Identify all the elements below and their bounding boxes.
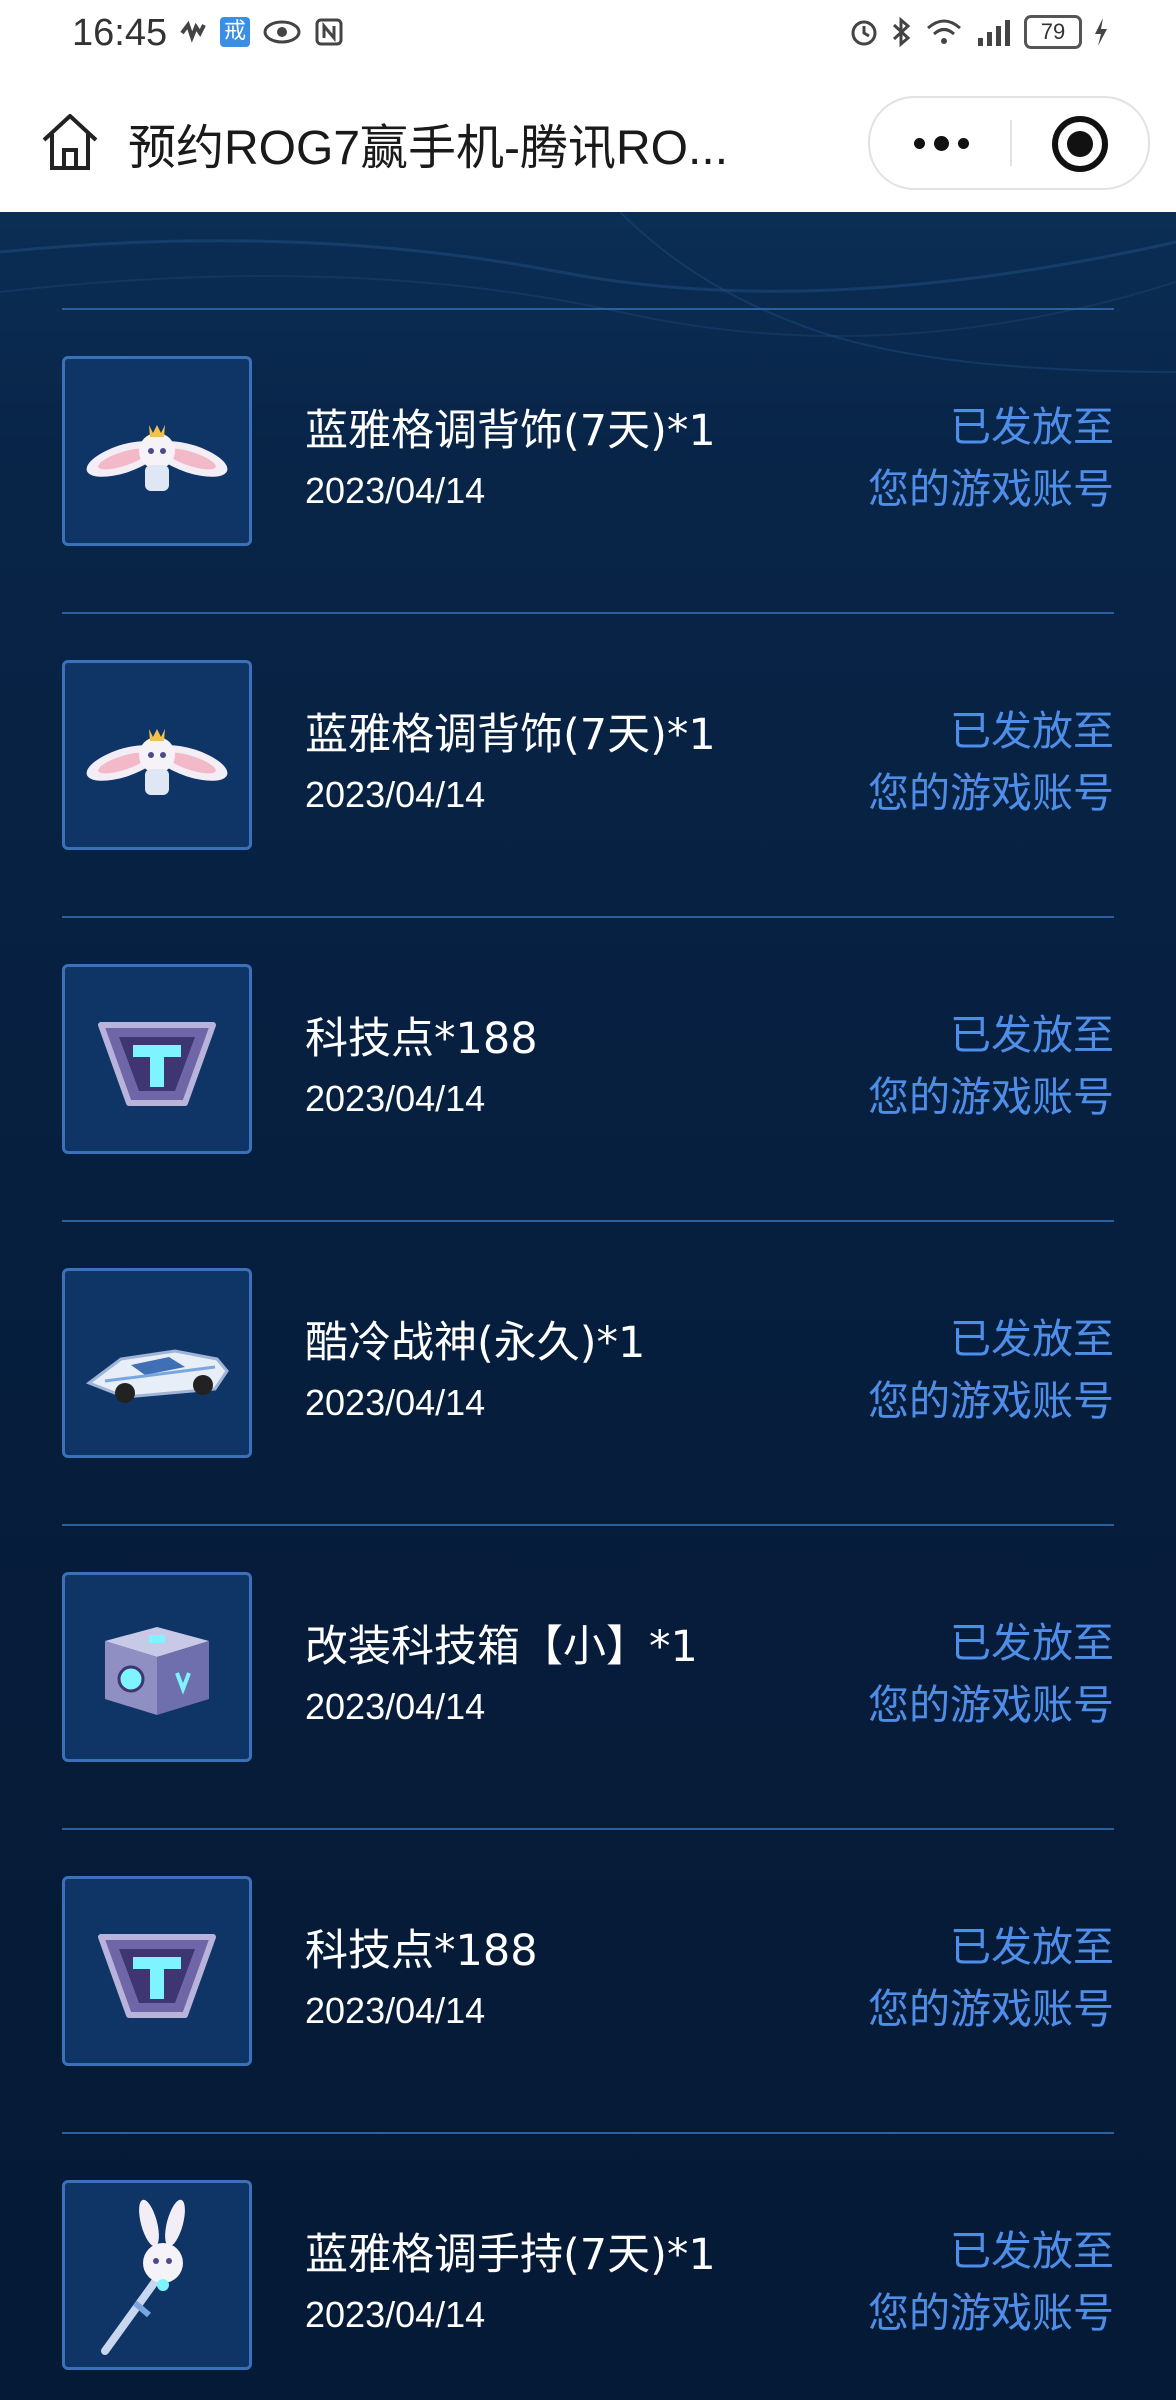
item-name: 科技点*188 — [305, 1926, 538, 1976]
item-date: 2023/04/14 — [305, 1382, 486, 1423]
race-car-icon — [62, 1268, 252, 1458]
eye-icon — [263, 20, 301, 44]
status-line-2: 您的游戏账号 — [868, 2289, 1114, 2337]
item-name: 酷冷战神(永久)*1 — [305, 1318, 646, 1368]
delivery-status: 已发放至 您的游戏账号 — [868, 1308, 1114, 1432]
battery-indicator: 79 — [1024, 15, 1082, 49]
signal-icon — [978, 20, 1010, 46]
list-item: 蓝雅格调背饰(7天)*1 2023/04/14 已发放至 您的游戏账号 — [62, 310, 1114, 612]
status-line-2: 您的游戏账号 — [868, 769, 1114, 817]
delivery-status: 已发放至 您的游戏账号 — [868, 1004, 1114, 1128]
item-name: 改装科技箱【小】*1 — [305, 1622, 698, 1672]
status-line-1: 已发放至 — [950, 403, 1114, 451]
delivery-status: 已发放至 您的游戏账号 — [868, 1612, 1114, 1736]
alarm-icon — [851, 20, 877, 46]
status-line-1: 已发放至 — [950, 1619, 1114, 1667]
heart-rate-icon — [180, 20, 206, 43]
item-name: 蓝雅格调手持(7天)*1 — [305, 2230, 716, 2280]
delivery-status: 已发放至 您的游戏账号 — [868, 2220, 1114, 2344]
mini-program-navbar: 预约ROG7赢手机-腾讯RO... — [0, 70, 1176, 212]
home-button[interactable] — [38, 110, 102, 174]
status-icons-left: 戒 — [178, 17, 344, 47]
delivery-status: 已发放至 您的游戏账号 — [868, 396, 1114, 520]
reward-records-page: 蓝雅格调背饰(7天)*1 2023/04/14 已发放至 您的游戏账号 蓝雅格调… — [0, 212, 1176, 2400]
status-line-1: 已发放至 — [950, 1011, 1114, 1059]
wifi-icon — [927, 19, 961, 44]
status-line-1: 已发放至 — [950, 707, 1114, 755]
bunny-back-accessory-icon — [62, 660, 252, 850]
item-name: 蓝雅格调背饰(7天)*1 — [305, 406, 716, 456]
list-item: 科技点*188 2023/04/14 已发放至 您的游戏账号 — [62, 918, 1114, 1220]
tech-points-icon — [62, 964, 252, 1154]
home-icon — [42, 114, 98, 170]
item-date: 2023/04/14 — [305, 1686, 486, 1727]
status-line-2: 您的游戏账号 — [868, 1073, 1114, 1121]
list-item: 蓝雅格调背饰(7天)*1 2023/04/14 已发放至 您的游戏账号 — [62, 614, 1114, 916]
charging-icon — [1095, 18, 1107, 46]
more-dot-icon — [914, 138, 925, 149]
item-name: 蓝雅格调背饰(7天)*1 — [305, 710, 716, 760]
item-date: 2023/04/14 — [305, 470, 486, 511]
list-item: 改装科技箱【小】*1 2023/04/14 已发放至 您的游戏账号 — [62, 1526, 1114, 1828]
target-close-icon-center — [1067, 131, 1093, 157]
tech-box-icon — [62, 1572, 252, 1762]
item-date: 2023/04/14 — [305, 2294, 486, 2335]
list-item: 蓝雅格调手持(7天)*1 2023/04/14 已发放至 您的游戏账号 — [62, 2134, 1114, 2400]
reward-list: 蓝雅格调背饰(7天)*1 2023/04/14 已发放至 您的游戏账号 蓝雅格调… — [62, 308, 1114, 2400]
list-item: 科技点*188 2023/04/14 已发放至 您的游戏账号 — [62, 1830, 1114, 2132]
bluetooth-icon — [892, 16, 911, 48]
status-line-2: 您的游戏账号 — [868, 1681, 1114, 1729]
more-dot-icon — [934, 136, 949, 151]
status-time: 16:45 — [72, 12, 168, 54]
delivery-status: 已发放至 您的游戏账号 — [868, 1916, 1114, 2040]
item-date: 2023/04/14 — [305, 1990, 486, 2031]
page-title: 预约ROG7赢手机-腾讯RO... — [128, 122, 729, 175]
bunny-back-accessory-icon — [62, 356, 252, 546]
close-mini-program-button[interactable] — [1012, 98, 1148, 188]
list-item: 酷冷战神(永久)*1 2023/04/14 已发放至 您的游戏账号 — [62, 1222, 1114, 1524]
delivery-status: 已发放至 您的游戏账号 — [868, 700, 1114, 824]
app-notification-icon: 戒 — [220, 17, 250, 47]
status-line-2: 您的游戏账号 — [868, 1985, 1114, 2033]
status-line-2: 您的游戏账号 — [868, 1377, 1114, 1425]
more-options-button[interactable] — [870, 98, 1010, 188]
more-dot-icon — [958, 138, 969, 149]
status-line-1: 已发放至 — [950, 1315, 1114, 1363]
status-icons-right: 79 — [848, 15, 1110, 49]
item-date: 2023/04/14 — [305, 1078, 486, 1119]
capsule-menu — [868, 96, 1150, 190]
item-name: 科技点*188 — [305, 1014, 538, 1064]
status-line-2: 您的游戏账号 — [868, 465, 1114, 513]
item-date: 2023/04/14 — [305, 774, 486, 815]
status-line-1: 已发放至 — [950, 1923, 1114, 1971]
status-bar: 16:45 戒 79 — [0, 0, 1176, 70]
bunny-handheld-icon — [62, 2180, 252, 2370]
tech-points-icon — [62, 1876, 252, 2066]
nfc-icon — [315, 18, 343, 46]
status-line-1: 已发放至 — [950, 2227, 1114, 2275]
